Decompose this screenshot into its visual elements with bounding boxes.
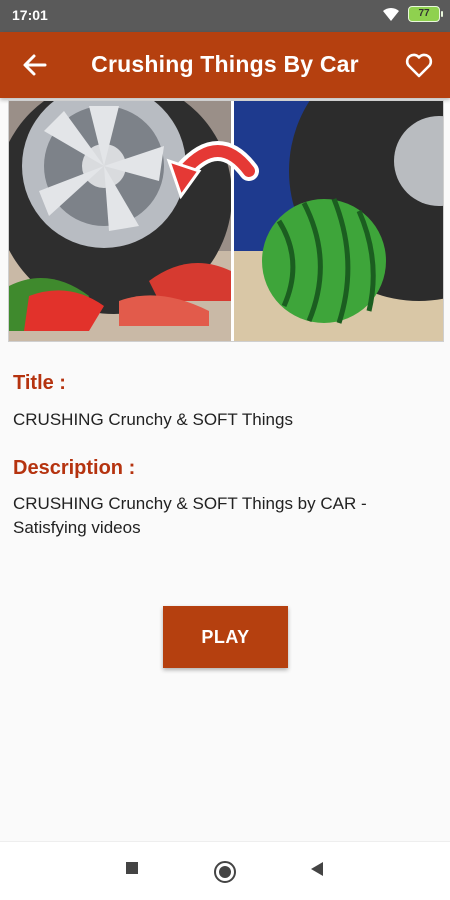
video-thumbnail xyxy=(8,100,444,342)
battery-icon: 77 xyxy=(408,6,443,22)
back-arrow-icon[interactable] xyxy=(20,50,50,80)
favorite-heart-icon[interactable] xyxy=(404,50,434,80)
video-title: CRUSHING Crunchy & SOFT Things xyxy=(13,410,293,429)
wifi-icon xyxy=(383,7,399,21)
back-triangle-icon[interactable] xyxy=(308,860,326,878)
status-icons: 77 xyxy=(382,6,443,22)
video-description: CRUSHING Crunchy & SOFT Things by CAR - … xyxy=(13,494,367,537)
title-label-text: Title : xyxy=(13,372,66,394)
thumbnail-image xyxy=(9,101,443,341)
status-time: 17:01 xyxy=(12,7,48,23)
recents-square-icon[interactable] xyxy=(124,860,140,876)
play-button[interactable]: PLAY xyxy=(163,606,288,668)
title-label: Title : xyxy=(13,372,433,395)
status-bar: 17:01 77 xyxy=(0,0,450,32)
app-bar: Crushing Things By Car xyxy=(0,32,450,98)
system-nav-bar xyxy=(0,841,450,900)
home-circle-icon[interactable] xyxy=(213,860,237,884)
page-title: Crushing Things By Car xyxy=(91,51,359,77)
description-label: Description : xyxy=(13,457,433,480)
description-label-text: Description : xyxy=(13,457,136,479)
